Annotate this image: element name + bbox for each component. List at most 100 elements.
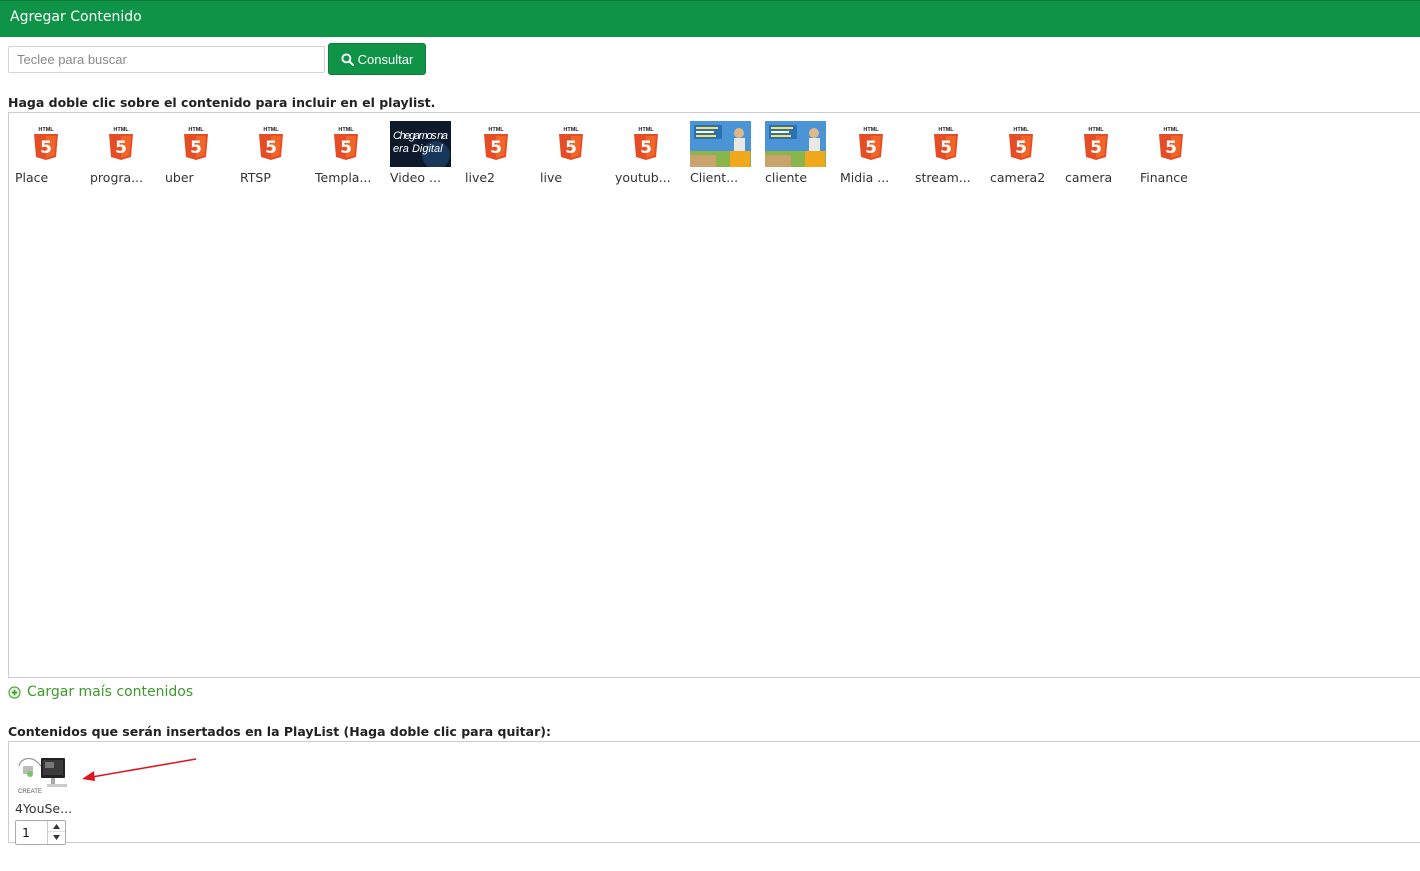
content-item[interactable]: Chegamos na era Digital Video ...: [390, 121, 460, 185]
content-item[interactable]: HTML 5 Midia ...: [840, 121, 910, 185]
content-item[interactable]: HTML 5 RTSP: [240, 121, 310, 185]
html5-badge-text: HTML: [1163, 127, 1179, 133]
content-item-label: progra...: [90, 170, 144, 185]
svg-text:5: 5: [190, 138, 202, 158]
html5-badge-text: HTML: [563, 127, 579, 133]
content-item[interactable]: HTML 5 Place: [15, 121, 85, 185]
html5-icon: HTML 5: [558, 127, 583, 160]
svg-text:5: 5: [640, 138, 652, 158]
html5-icon: HTML 5: [1008, 127, 1033, 160]
quantity-stepper[interactable]: 1: [15, 820, 66, 845]
playlist-box: CREATE 4YouSe... 1: [8, 741, 1420, 845]
content-item[interactable]: HTML 5 progra...: [90, 121, 160, 185]
video-thumb-text-2: era Digital: [393, 143, 443, 155]
search-icon: [341, 52, 354, 66]
playlist-item-thumb-caption: CREATE: [18, 789, 42, 795]
svg-text:5: 5: [865, 138, 877, 158]
content-item[interactable]: HTML 5 uber: [165, 121, 235, 185]
consultar-button[interactable]: Consultar: [328, 43, 426, 75]
content-item[interactable]: HTML 5 live2: [465, 121, 535, 185]
html5-badge-text: HTML: [188, 127, 204, 133]
svg-text:5: 5: [1015, 138, 1027, 158]
dialog-header: Agregar Contenido: [0, 0, 1420, 37]
html5-icon: HTML 5: [933, 127, 958, 160]
content-item-label: Finance: [1140, 170, 1188, 185]
playlist-item[interactable]: CREATE 4YouSe... 1: [15, 752, 77, 845]
content-item-thumbnail: HTML 5: [915, 121, 976, 167]
html5-badge-text: HTML: [113, 127, 129, 133]
html5-badge-text: HTML: [488, 127, 504, 133]
video-thumb-text-1: Chegamos na: [393, 130, 448, 142]
html5-icon: HTML 5: [33, 127, 58, 160]
image-thumbnail: [690, 121, 751, 167]
content-item-label: camera: [1065, 170, 1113, 185]
svg-text:5: 5: [490, 138, 502, 158]
content-item[interactable]: Client...: [690, 121, 760, 185]
content-item-thumbnail: HTML 5: [90, 121, 151, 167]
content-item-label: stream...: [915, 170, 971, 185]
content-item-thumbnail: HTML 5: [240, 121, 301, 167]
content-item-thumbnail: HTML 5: [15, 121, 76, 167]
content-item-label: uber: [165, 170, 194, 185]
content-item-label: RTSP: [240, 170, 271, 185]
html5-badge-text: HTML: [38, 127, 54, 133]
html5-badge-text: HTML: [638, 127, 654, 133]
svg-text:5: 5: [565, 138, 577, 158]
svg-text:5: 5: [340, 138, 352, 158]
html5-badge-text: HTML: [1088, 127, 1104, 133]
svg-text:5: 5: [265, 138, 277, 158]
content-instructions: Haga doble clic sobre el contenido para …: [8, 95, 436, 110]
content-item[interactable]: HTML 5 stream...: [915, 121, 985, 185]
content-item-label: youtub...: [615, 170, 671, 185]
svg-text:5: 5: [1165, 138, 1177, 158]
image-thumbnail: [765, 121, 826, 167]
load-more-link[interactable]: Cargar maís contenidos: [8, 684, 193, 700]
content-item-thumbnail: HTML 5: [1065, 121, 1126, 167]
content-item[interactable]: HTML 5 Templa...: [315, 121, 385, 185]
content-item-label: Video ...: [390, 170, 441, 185]
content-item-label: live: [540, 170, 563, 185]
plus-circle-icon: [8, 685, 21, 699]
content-item[interactable]: cliente: [765, 121, 835, 185]
svg-text:5: 5: [40, 138, 52, 158]
html5-icon: HTML 5: [483, 127, 508, 160]
stepper-up-button[interactable]: [48, 821, 65, 832]
content-item-label: live2: [465, 170, 495, 185]
html5-icon: HTML 5: [183, 127, 208, 160]
content-item[interactable]: HTML 5 live: [540, 121, 610, 185]
load-more-label: Cargar maís contenidos: [27, 684, 194, 700]
html5-icon: HTML 5: [333, 127, 358, 160]
playlist-instructions: Contenidos que serán insertados en la Pl…: [8, 724, 551, 739]
quantity-value[interactable]: 1: [22, 825, 30, 840]
html5-badge-text: HTML: [338, 127, 354, 133]
content-item-thumbnail: HTML 5: [315, 121, 376, 167]
svg-text:5: 5: [1090, 138, 1102, 158]
dialog-title: Agregar Contenido: [10, 9, 142, 25]
consultar-button-label: Consultar: [357, 51, 414, 67]
content-item-thumbnail: HTML 5: [165, 121, 226, 167]
content-item[interactable]: HTML 5 camera2: [990, 121, 1060, 185]
content-item[interactable]: HTML 5 Finance: [1140, 121, 1210, 185]
content-item-thumbnail: HTML 5: [540, 121, 601, 167]
caret-down-icon: [53, 835, 60, 840]
html5-icon: HTML 5: [1083, 127, 1108, 160]
content-item-label: cliente: [765, 170, 808, 185]
content-item-label: Place: [15, 170, 49, 185]
content-grid: HTML 5 Place HTML 5 progra... HTML 5 ube…: [8, 112, 1420, 678]
svg-text:5: 5: [940, 138, 952, 158]
content-item[interactable]: HTML 5 camera: [1065, 121, 1135, 185]
red-arrow-annotation: [82, 758, 197, 781]
svg-text:5: 5: [115, 138, 127, 158]
content-item[interactable]: HTML 5 youtub...: [615, 121, 685, 185]
html5-icon: HTML 5: [858, 127, 883, 160]
content-item-thumbnail: HTML 5: [465, 121, 526, 167]
html5-badge-text: HTML: [1013, 127, 1029, 133]
video-thumbnail: Chegamos na era Digital: [390, 121, 451, 167]
html5-icon: HTML 5: [633, 127, 658, 160]
html5-icon: HTML 5: [258, 127, 283, 160]
stepper-down-button[interactable]: [48, 832, 65, 843]
content-item-label: Templa...: [315, 170, 372, 185]
html5-badge-text: HTML: [863, 127, 879, 133]
search-input[interactable]: [8, 46, 325, 73]
html5-icon: HTML 5: [1158, 127, 1183, 160]
